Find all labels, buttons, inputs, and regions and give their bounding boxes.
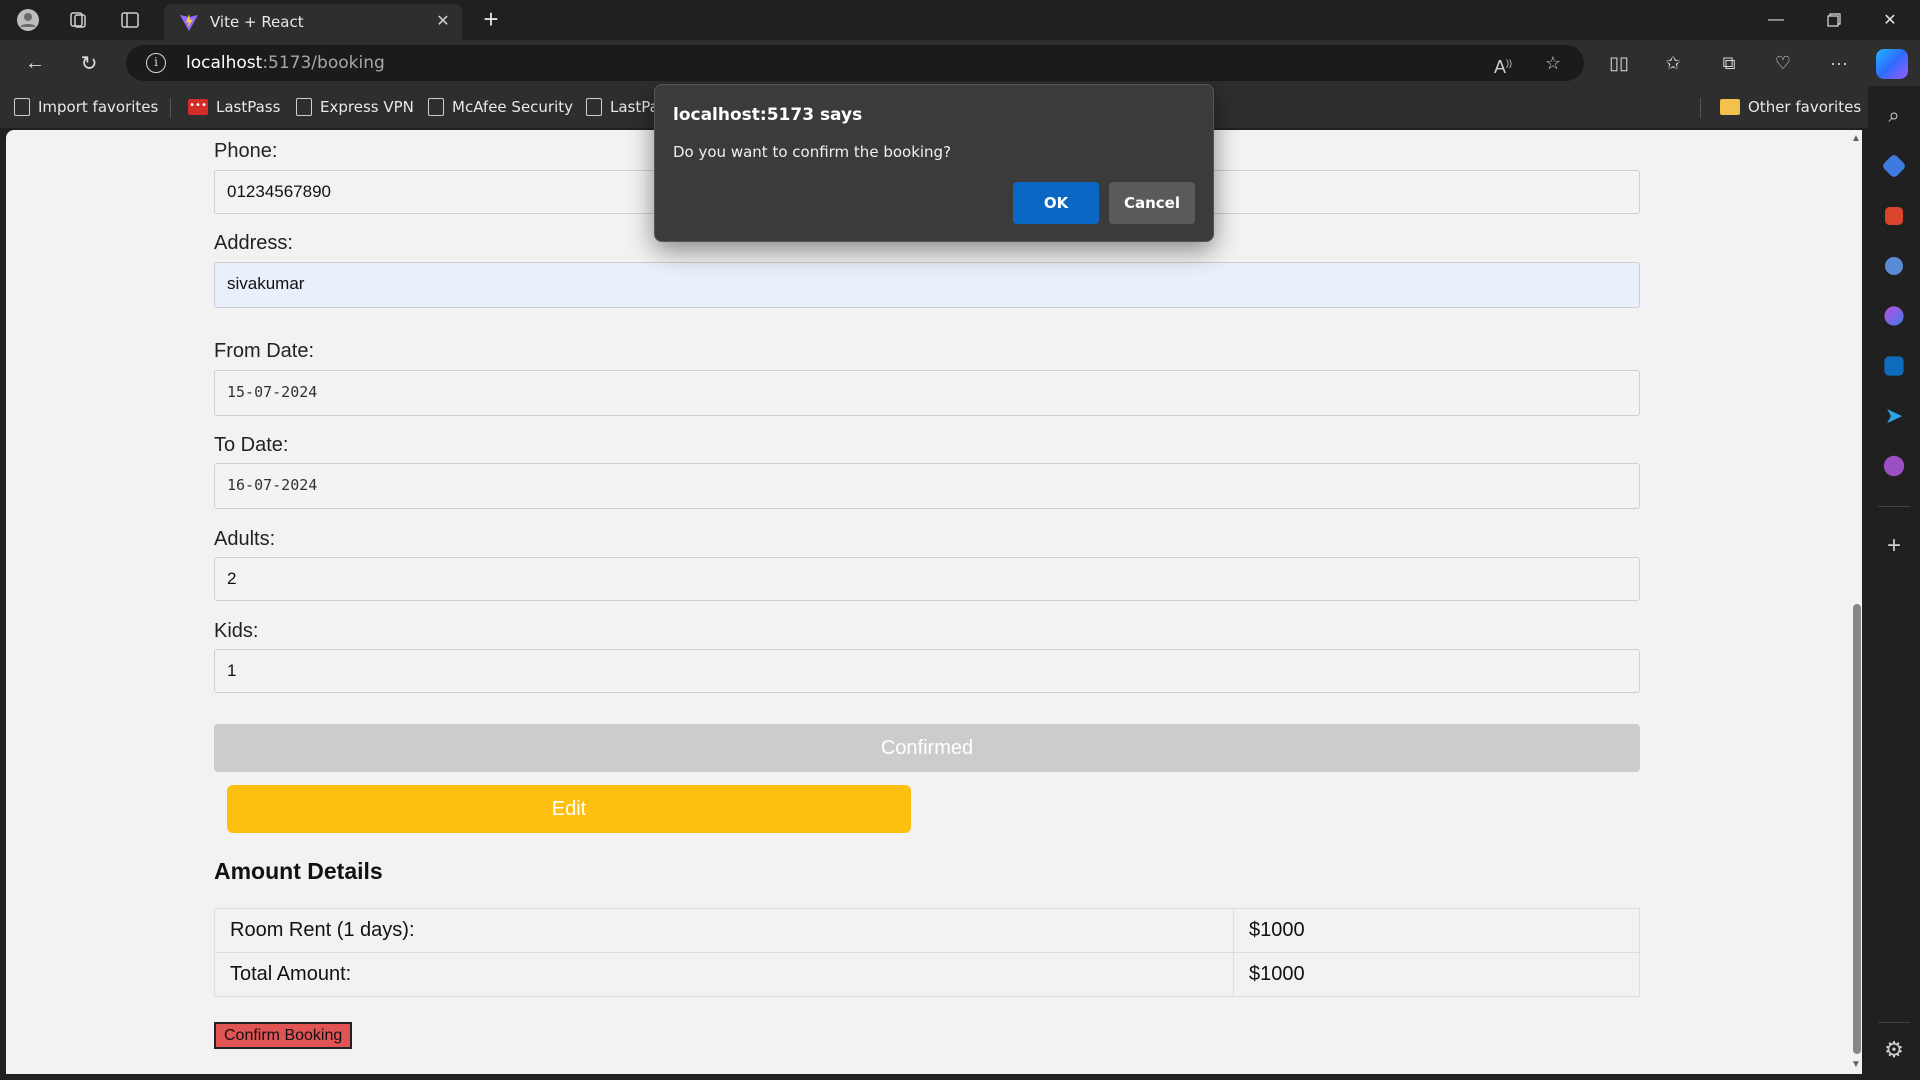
more-options-icon[interactable]: ··· [1824,49,1854,77]
dialog-ok-button[interactable]: OK [1013,182,1099,224]
amount-row-value: $1000 [1233,952,1640,997]
site-info-icon[interactable]: i [146,53,166,73]
address-label: Address: [214,232,293,254]
refresh-icon[interactable]: ↻ [74,49,104,77]
from-date-label: From Date: [214,340,315,362]
browser-title-bar: Vite + React ✕ + — ✕ [0,0,1920,40]
restore-icon[interactable] [1806,0,1862,40]
favorite-label: LastPass [216,98,281,116]
amount-details-heading: Amount Details [214,858,383,884]
to-date-input[interactable]: 16-07-2024 [214,463,1640,509]
settings-gear-icon[interactable]: ⚙ [1882,1038,1906,1062]
favorite-label: Import favorites [38,98,159,116]
navigation-bar: ← ↻ i localhost:5173/booking A)) ☆ ▯▯ ✩ … [0,40,1920,86]
sidebar-divider [1878,1022,1910,1023]
lastpass-icon: ••• [188,99,208,115]
dialog-title: localhost:5173 says [673,105,863,125]
kids-label: Kids: [214,620,259,642]
confirmed-button[interactable]: Confirmed [214,724,1640,772]
vite-logo-icon [180,14,198,31]
close-window-icon[interactable]: ✕ [1862,0,1918,40]
from-date-input[interactable]: 15-07-2024 [214,370,1640,416]
favorite-lastpass[interactable]: ••• LastPass [188,96,280,118]
favorite-label: McAfee Security [452,98,574,116]
tools-briefcase-icon[interactable] [1885,207,1903,225]
url-host: localhost [186,53,263,73]
outlook-icon[interactable] [1884,356,1904,376]
favorites-icon[interactable]: ✩ [1658,49,1688,77]
read-aloud-icon[interactable]: A)) [1490,51,1516,77]
shopping-tag-icon[interactable] [1881,153,1907,179]
edit-button[interactable]: Edit [227,785,911,833]
page-viewport: Phone: 01234567890 Address: sivakumar Fr… [6,130,1862,1074]
other-favorites-label: Other favorites [1748,98,1862,116]
import-icon [14,98,30,116]
phone-label: Phone: [214,140,278,162]
other-favorites[interactable]: Other favorites [1720,96,1861,118]
scroll-down-icon[interactable]: ▼ [1851,1060,1861,1070]
to-date-label: To Date: [214,434,289,456]
search-icon[interactable]: ⌕ [1882,104,1906,128]
favorite-import[interactable]: Import favorites [14,96,158,118]
scroll-up-icon[interactable]: ▲ [1851,134,1861,144]
profile-avatar-icon[interactable] [16,8,40,32]
circle-app-icon[interactable] [1883,455,1905,477]
microsoft-365-icon[interactable] [1884,306,1904,326]
amount-row-label: Room Rent (1 days): [214,908,1234,953]
confirm-booking-button[interactable]: Confirm Booking [214,1022,353,1049]
table-row: Room Rent (1 days): $1000 [214,908,1640,953]
address-bar[interactable]: i localhost:5173/booking A)) ☆ [126,45,1584,81]
amount-table: Room Rent (1 days): $1000 Total Amount: … [214,908,1640,997]
favorite-lastpass-2[interactable]: LastPa [586,96,659,118]
favorite-mcafee[interactable]: McAfee Security [428,96,573,118]
add-sidebar-app-icon[interactable]: + [1882,534,1906,558]
copilot-icon[interactable] [1876,49,1908,79]
browser-essentials-icon[interactable]: ♡ [1768,49,1798,77]
send-icon[interactable]: ➤ [1882,404,1906,428]
split-screen-icon[interactable]: ▯▯ [1604,49,1634,77]
table-row: Total Amount: $1000 [214,952,1640,997]
favorites-divider [170,98,171,118]
url-path: :5173/booking [262,53,385,73]
favorite-label: Express VPN [320,98,414,116]
collections-icon[interactable]: ⧉ [1714,49,1744,77]
browser-tab-active[interactable]: Vite + React ✕ [164,4,462,40]
minimize-icon[interactable]: — [1748,0,1804,40]
edge-sidebar: ⌕ ➤ + ⚙ [1868,86,1920,1080]
folder-icon [1720,99,1740,115]
tab-close-icon[interactable]: ✕ [432,11,454,33]
vertical-tabs-icon[interactable] [118,8,142,32]
page-scrollbar[interactable]: ▲ ▼ [1850,130,1862,1074]
dialog-cancel-button[interactable]: Cancel [1109,182,1195,224]
adults-label: Adults: [214,528,276,550]
scroll-thumb[interactable] [1853,604,1861,1054]
amount-row-value: $1000 [1233,908,1640,953]
workspaces-icon[interactable] [66,8,90,32]
sidebar-divider [1878,506,1910,507]
back-icon[interactable]: ← [20,49,50,77]
amount-row-label: Total Amount: [214,952,1234,997]
page-icon [296,98,312,116]
page-icon [428,98,444,116]
favorites-divider [1700,98,1701,118]
favorite-label: LastPa [610,98,659,116]
new-tab-icon[interactable]: + [478,6,504,32]
kids-input[interactable]: 1 [214,649,1640,693]
url-text[interactable]: localhost:5173/booking [186,53,385,73]
favorite-star-icon[interactable]: ☆ [1540,51,1566,75]
tab-title: Vite + React [210,13,304,31]
adults-input[interactable]: 2 [214,557,1640,601]
favorite-express-vpn[interactable]: Express VPN [296,96,414,118]
page-icon [586,98,602,116]
confirm-dialog: localhost:5173 says Do you want to confi… [654,84,1214,242]
dialog-message: Do you want to confirm the booking? [673,143,952,161]
games-icon[interactable] [1885,257,1903,275]
address-input[interactable]: sivakumar [214,262,1640,308]
